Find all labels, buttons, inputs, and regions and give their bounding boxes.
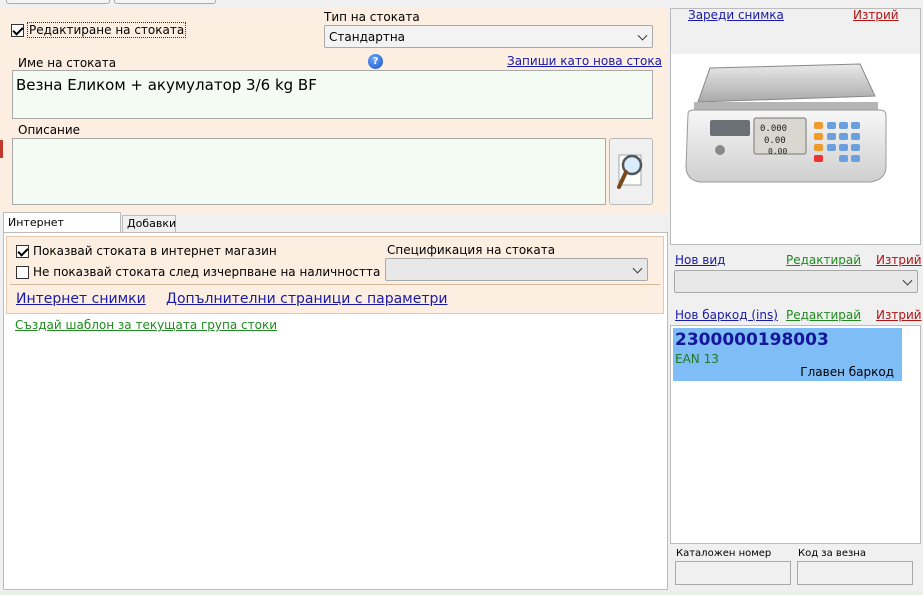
show-in-shop-checkbox[interactable]: Показвай стоката в интернет магазин [16,244,277,258]
catalog-number-label: Каталожен номер [676,548,772,559]
scale-code-label: Код за везна [798,548,866,559]
barcode-note: Главен баркод [800,365,894,379]
edit-checkbox-box[interactable] [11,23,24,37]
tab-internet-params[interactable]: Интернет параметри [3,212,121,242]
scale-code-input[interactable] [797,561,913,585]
info-icon[interactable]: ? [368,54,383,69]
magnifier-icon [617,154,643,189]
barcode-code: 2300000198003 [675,330,829,350]
svg-text:0.000: 0.000 [760,124,787,134]
svg-text:0.00: 0.00 [768,147,787,156]
svg-text:0.00: 0.00 [764,136,786,146]
stock-type-select[interactable]: Стандартна [324,25,653,48]
chevron-down-icon [632,263,643,274]
description-label: Описание [18,123,81,137]
stock-type-label: Тип на стоката [324,10,420,24]
top-tab-2[interactable] [114,0,216,4]
delete-image-link[interactable]: Изтрий [853,8,899,22]
edit-barcode-link[interactable]: Редактирай [786,308,861,322]
description-textarea[interactable] [12,138,606,205]
top-tab-1[interactable] [6,0,110,4]
hide-when-out-box[interactable] [16,265,29,279]
chevron-down-icon [637,30,648,41]
hide-when-out-checkbox[interactable]: Не показвай стоката след изчерпване на н… [16,265,380,279]
new-variant-link[interactable]: Нов вид [675,253,725,267]
tab-addons[interactable]: Добавки [122,215,176,232]
barcode-type: EAN 13 [675,352,719,366]
catalog-number-input[interactable] [675,561,791,585]
save-as-new-link[interactable]: Запиши като нова стока [507,54,662,68]
spec-label: Спецификация на стоката [387,243,556,257]
delete-variant-link[interactable]: Изтрий [876,253,922,267]
edit-checkbox-label: Редактиране на стоката [27,22,187,38]
status-strip [0,591,923,595]
edit-variant-link[interactable]: Редактирай [786,253,861,267]
group-divider [10,284,660,285]
stock-name-input[interactable]: Везна Еликом + акумулатор 3/6 kg BF [12,70,653,119]
chevron-down-icon [902,275,913,286]
scale-product-image: 0.000 0.00 0.00 [685,63,887,183]
hide-when-out-label: Не показвай стоката след изчерпване на н… [33,265,381,279]
edit-stock-checkbox[interactable]: Редактиране на стоката [11,22,187,38]
left-edge-marker [0,140,3,158]
stock-type-value: Стандартна [329,30,406,44]
new-barcode-link[interactable]: Нов баркод (ins) [675,308,778,322]
spec-select[interactable] [385,258,648,281]
internet-images-link[interactable]: Интернет снимки [16,291,146,307]
stock-name-value: Везна Еликом + акумулатор 3/6 kg BF [16,76,317,94]
extra-pages-link[interactable]: Допълнителни страници с параметри [166,291,447,307]
description-search-button[interactable] [609,138,653,205]
barcode-list-item[interactable]: 2300000198003 EAN 13 Главен баркод [673,328,902,381]
create-template-link[interactable]: Създай шаблон за текущата група стоки [15,318,277,332]
show-in-shop-box[interactable] [16,244,29,258]
delete-barcode-link[interactable]: Изтрий [876,308,922,322]
load-image-link[interactable]: Зареди снимка [688,8,784,22]
tab-addons-label: Добавки [127,217,177,230]
stock-name-label: Име на стоката [18,56,117,70]
variant-select[interactable] [674,270,918,293]
show-in-shop-label: Показвай стоката в интернет магазин [33,244,277,258]
